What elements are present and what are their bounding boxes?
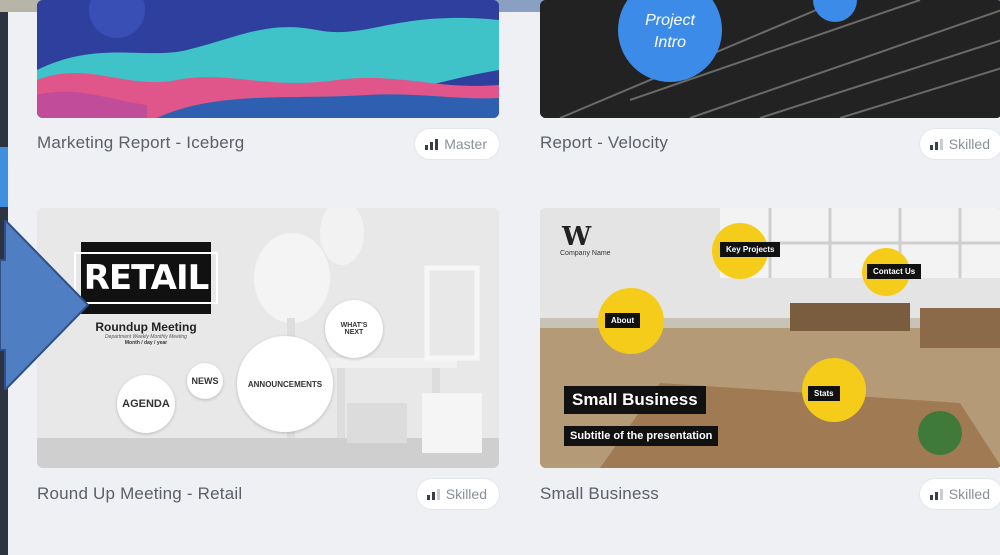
contact-us-label: Contact Us bbox=[867, 264, 922, 279]
bar-chart-icon bbox=[929, 488, 943, 500]
news-bubble: NEWS bbox=[187, 363, 223, 399]
company-name: Company Name bbox=[560, 250, 611, 257]
bar-chart-icon bbox=[425, 138, 439, 150]
template-thumbnail[interactable]: Project Intro bbox=[540, 0, 1000, 118]
logo-w: W bbox=[562, 222, 592, 252]
level-label: Skilled bbox=[948, 486, 990, 502]
level-badge: Skilled bbox=[919, 479, 1000, 509]
bar-chart-icon bbox=[929, 138, 943, 150]
thumb-text: Roundup Meeting bbox=[95, 320, 197, 334]
stats-label: Stats bbox=[808, 386, 840, 401]
level-label: Skilled bbox=[445, 486, 487, 502]
level-badge: Skilled bbox=[416, 479, 499, 509]
announcements-bubble: ANNOUNCEMENTS bbox=[237, 336, 333, 432]
template-thumbnail[interactable] bbox=[37, 0, 499, 118]
whats-next-bubble: WHAT'S NEXT bbox=[325, 300, 383, 358]
subtitle: Subtitle of the presentation bbox=[564, 426, 719, 446]
template-title[interactable]: Small Business bbox=[540, 484, 659, 504]
template-thumbnail[interactable]: RETAIL Roundup Meeting Department Weekly… bbox=[37, 208, 499, 468]
template-title[interactable]: Round Up Meeting - Retail bbox=[37, 484, 242, 504]
template-title[interactable]: Report - Velocity bbox=[540, 133, 668, 153]
template-title[interactable]: Marketing Report - Iceberg bbox=[37, 133, 244, 153]
agenda-bubble: AGENDA bbox=[117, 375, 175, 433]
bar-chart-icon bbox=[426, 488, 440, 500]
thumb-text: Intro bbox=[653, 34, 686, 51]
arrow-right-icon bbox=[0, 220, 90, 390]
level-badge: Master bbox=[415, 129, 499, 159]
thumb-text: Month / day / year bbox=[124, 340, 168, 346]
key-projects-label: Key Projects bbox=[720, 242, 781, 257]
template-thumbnail[interactable]: W Company Name Key Projects Contact Us A… bbox=[540, 208, 1000, 468]
level-badge: Skilled bbox=[919, 129, 1000, 159]
thumb-text: Project bbox=[645, 12, 695, 29]
level-label: Skilled bbox=[948, 136, 990, 152]
level-label: Master bbox=[444, 136, 487, 152]
about-label: About bbox=[605, 313, 641, 328]
headline: Small Business bbox=[564, 386, 706, 414]
retail-logo: RETAIL bbox=[73, 242, 219, 314]
